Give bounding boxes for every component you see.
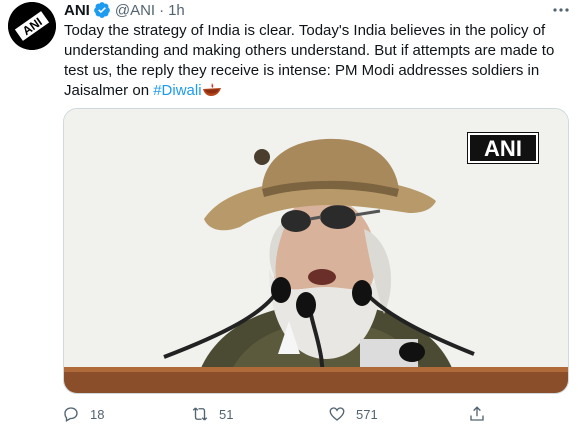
watermark-text: ANI [484,136,522,161]
ani-watermark: ANI [467,132,539,164]
like-count: 571 [356,406,378,422]
author-handle[interactable]: @ANI [115,2,155,19]
separator-dot: · [159,1,165,19]
avatar[interactable]: ANI [8,2,56,50]
diya-emoji-icon [202,82,222,98]
tweet-time[interactable]: 1h [168,2,185,19]
reply-button[interactable]: 18 [62,404,104,424]
author-name[interactable]: ANI [64,2,90,19]
retweet-count: 51 [219,406,234,422]
tweet-body: Today the strategy of India is clear. To… [64,22,555,99]
hashtag-link[interactable]: #Diwali [153,82,201,99]
like-button[interactable]: 571 [328,404,378,424]
tweet-text: Today the strategy of India is clear. To… [64,21,560,101]
share-icon [470,406,484,421]
ani-logo-icon: ANI [8,2,56,50]
retweet-icon [192,407,208,421]
like-icon [329,407,345,421]
more-icon[interactable] [552,5,570,15]
verified-badge-icon [93,1,111,19]
retweet-button[interactable]: 51 [191,404,233,424]
tweet-actions: 18 51 571 [62,404,492,424]
tweet-media[interactable]: ANI [63,108,569,394]
tweet-header: ANI @ANI · 1h [64,0,185,20]
reply-icon [64,407,78,422]
reply-count: 18 [90,406,105,422]
share-button[interactable] [468,404,486,424]
